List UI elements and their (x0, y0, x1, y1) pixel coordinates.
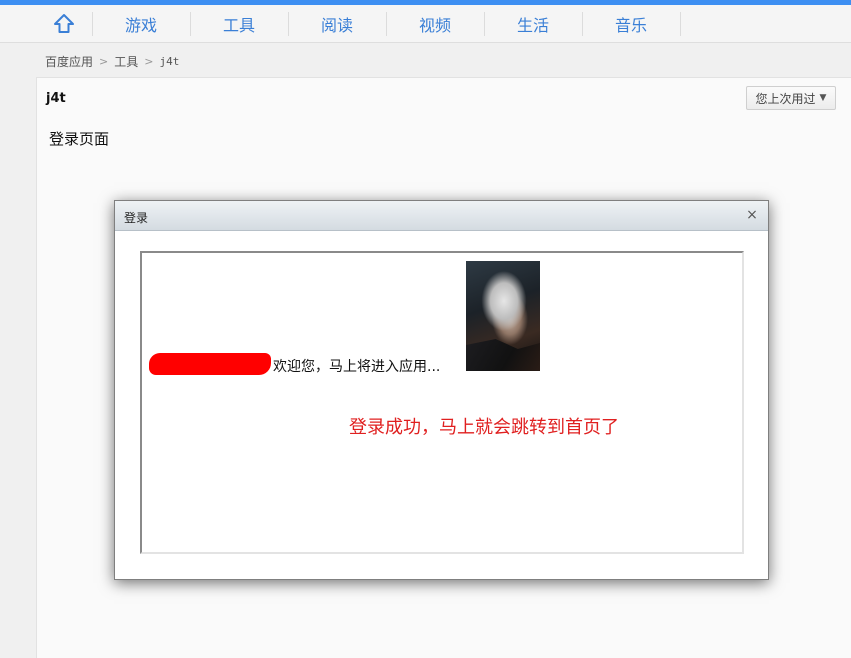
close-icon[interactable]: × (744, 206, 760, 224)
page-label: 登录页面 (49, 130, 110, 148)
dialog-header[interactable]: 登录 × (115, 201, 768, 231)
dialog-content-frame: 欢迎您，马上将进入应用... 登录成功，马上就会跳转到首页了 (140, 251, 744, 554)
redacted-username (149, 353, 271, 375)
nav-home-button[interactable] (36, 5, 92, 42)
dialog-title: 登录 (124, 211, 149, 225)
chevron-right-icon: > (99, 54, 109, 68)
avatar-coat (466, 339, 540, 371)
caret-down-icon: ▼ (819, 93, 827, 103)
breadcrumb-current-app: j4t (159, 54, 180, 68)
breadcrumb: 百度应用 > 工具 > j4t (45, 53, 179, 69)
login-dialog: 登录 × 欢迎您，马上将进入应用... 登录成功，马上就会跳转到首页了 (114, 200, 769, 580)
nav-item-games[interactable]: 游戏 (92, 5, 190, 42)
home-icon (54, 13, 74, 33)
chevron-right-icon: > (144, 54, 154, 68)
user-avatar (466, 261, 540, 371)
nav-item-tools[interactable]: 工具 (190, 5, 288, 42)
app-title: j4t (46, 91, 66, 106)
nav-item-music[interactable]: 音乐 (582, 5, 680, 42)
breadcrumb-baidu-apps[interactable]: 百度应用 (45, 53, 93, 70)
breadcrumb-tools[interactable]: 工具 (114, 53, 138, 70)
nav-item-reading[interactable]: 阅读 (288, 5, 386, 42)
top-nav: 游戏 工具 阅读 视频 生活 音乐 (0, 5, 851, 43)
nav-item-video[interactable]: 视频 (386, 5, 484, 42)
nav-item-life[interactable]: 生活 (484, 5, 582, 42)
welcome-text: 欢迎您，马上将进入应用... (273, 359, 441, 375)
last-used-label: 您上次用过 (755, 91, 816, 106)
last-used-dropdown[interactable]: 您上次用过 ▼ (746, 86, 836, 110)
nav-separator (680, 12, 681, 36)
login-success-message: 登录成功，马上就会跳转到首页了 (349, 417, 619, 438)
